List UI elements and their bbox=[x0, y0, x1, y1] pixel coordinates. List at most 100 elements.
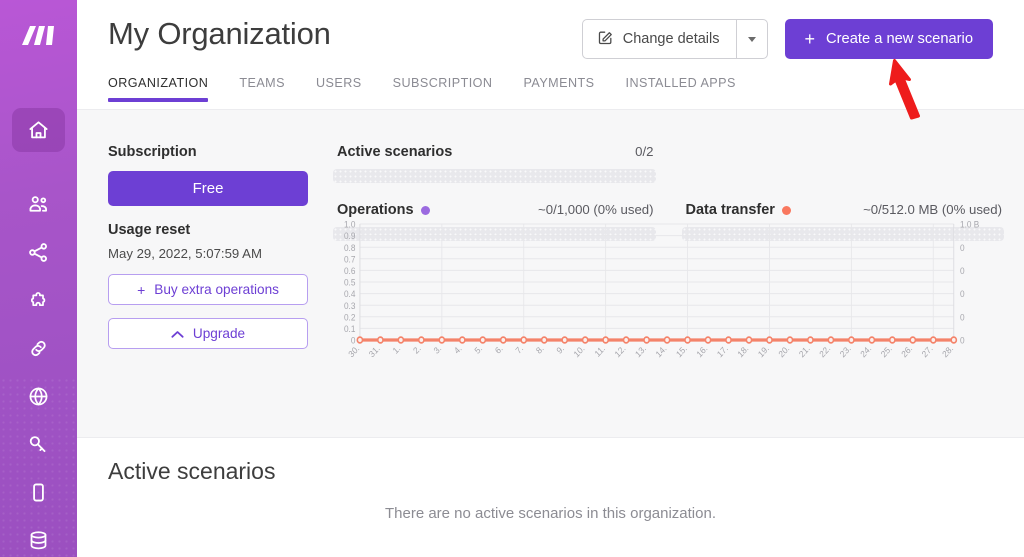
link-icon bbox=[31, 340, 46, 356]
subscription-column: Subscription Free Usage reset May 29, 20… bbox=[108, 144, 308, 349]
chart-data-point bbox=[704, 336, 712, 344]
meter-active-scenarios: Active scenarios 0/2 bbox=[333, 144, 656, 183]
chart-x-tick-label: 5. bbox=[473, 343, 485, 356]
home-icon bbox=[29, 120, 48, 138]
chart-x-tick-label: 4. bbox=[452, 343, 464, 356]
usage-chart-svg: 1.00.90.80.70.60.50.40.30.20.1 0 1.0 B 0 0 0 0… bbox=[344, 219, 979, 359]
data-transfer-value: ~0/512.0 MB (0% used) bbox=[863, 202, 1002, 217]
active-scenarios-label: Active scenarios bbox=[337, 144, 453, 160]
chart-x-tick-label: 30. bbox=[346, 343, 361, 359]
tab-teams[interactable]: TEAMS bbox=[239, 76, 285, 102]
chart-x-tick-label: 6. bbox=[493, 343, 505, 356]
chart-x-tick-label: 1. bbox=[391, 343, 403, 356]
chart-data-point bbox=[397, 336, 405, 344]
chart-data-point bbox=[417, 336, 425, 344]
active-scenarios-value: 0/2 bbox=[635, 144, 654, 159]
chart-data-point bbox=[520, 336, 528, 344]
sidebar-item-home[interactable] bbox=[0, 106, 77, 154]
sidebar-item-devices[interactable] bbox=[0, 468, 77, 516]
chart-data-point bbox=[356, 336, 364, 344]
sidebar-item-keys[interactable] bbox=[0, 420, 77, 468]
chart-x-tick-label: 24. bbox=[858, 343, 873, 359]
key-icon bbox=[29, 435, 46, 452]
usage-reset-value: May 29, 2022, 5:07:59 AM bbox=[108, 246, 262, 261]
chart-x-tick-label: 16. bbox=[695, 343, 710, 359]
chevron-up-icon bbox=[171, 327, 184, 341]
sidebar-item-team[interactable] bbox=[0, 180, 77, 228]
chart-right-tick-label: 0 bbox=[960, 312, 965, 323]
sidebar-item-data-stores[interactable] bbox=[0, 516, 77, 557]
make-logo[interactable] bbox=[18, 18, 60, 56]
active-scenarios-section: Active scenarios There are no active sce… bbox=[77, 438, 1024, 557]
page-header: My Organization Change details + Create … bbox=[77, 0, 1024, 110]
chart-right-tick-label: 0 bbox=[960, 266, 965, 277]
edit-square-icon bbox=[597, 29, 614, 50]
chart-data-point bbox=[888, 336, 896, 344]
chart-x-tick-label: 8. bbox=[534, 343, 546, 356]
chart-data-point bbox=[745, 336, 753, 344]
usage-reset-heading: Usage reset bbox=[108, 222, 191, 238]
chart-x-tick-label: 2. bbox=[411, 343, 423, 356]
chart-x-tick-label: 22. bbox=[817, 343, 832, 359]
chart-x-tick-label: 12. bbox=[613, 343, 628, 359]
data-transfer-series-dot bbox=[781, 205, 791, 215]
plus-icon: + bbox=[804, 29, 816, 49]
create-a-new-scenario-button[interactable]: + Create a new scenario bbox=[784, 19, 993, 59]
plus-icon: + bbox=[137, 281, 146, 298]
active-scenarios-title: Active scenarios bbox=[108, 458, 276, 484]
tab-organization[interactable]: ORGANIZATION bbox=[108, 76, 209, 102]
chart-x-tick-label: 11. bbox=[593, 343, 607, 359]
chart-x-tick-label: 31. bbox=[367, 343, 382, 359]
chart-left-tick-label: 0.8 bbox=[344, 242, 356, 253]
change-details-button[interactable]: Change details bbox=[581, 19, 736, 59]
change-details-dropdown-toggle[interactable] bbox=[735, 19, 768, 59]
device-icon bbox=[33, 483, 44, 501]
overview-panel: Subscription Free Usage reset May 29, 20… bbox=[77, 110, 1024, 438]
chart-data-point bbox=[909, 336, 917, 344]
sidebar-item-apps[interactable] bbox=[0, 276, 77, 324]
chart-left-tick-label: 0.7 bbox=[344, 254, 356, 265]
chart-x-tick-label: 25. bbox=[879, 343, 894, 359]
chart-data-point bbox=[458, 336, 466, 344]
chart-x-tick-label: 21. bbox=[797, 343, 812, 359]
sidebar-item-globe[interactable] bbox=[0, 372, 77, 420]
active-scenarios-progress-bar bbox=[333, 169, 656, 183]
chart-left-tick-label: 0.4 bbox=[344, 289, 356, 300]
buy-extra-operations-button[interactable]: + Buy extra operations bbox=[108, 274, 308, 305]
plan-badge: Free bbox=[108, 171, 308, 206]
chevron-down-icon bbox=[747, 36, 756, 42]
organization-page: My Organization Change details + Create … bbox=[0, 0, 1024, 557]
sidebar-nav bbox=[0, 106, 77, 557]
upgrade-label: Upgrade bbox=[192, 326, 246, 341]
upgrade-button[interactable]: Upgrade bbox=[108, 318, 308, 349]
chart-data-point bbox=[499, 336, 507, 344]
operations-label: Operations bbox=[337, 202, 414, 218]
chart-data-point bbox=[868, 336, 876, 344]
chart-x-tick-label: 20. bbox=[777, 343, 792, 359]
chart-data-point bbox=[725, 336, 732, 344]
chart-data-point bbox=[766, 336, 773, 344]
chart-x-tick-label: 18. bbox=[736, 343, 751, 359]
header-actions: Change details + Create a new scenario bbox=[581, 19, 993, 59]
chart-left-tick-label: 0.1 bbox=[344, 324, 356, 335]
chart-left-tick-label: 0.3 bbox=[344, 300, 356, 311]
change-details-button-group: Change details bbox=[581, 19, 768, 59]
sidebar-item-connections[interactable] bbox=[0, 228, 77, 276]
chart-data-point bbox=[827, 336, 835, 344]
usage-chart: 1.0 0.9 0.8 0.7 0.6 0.5 0.4 0.3 0.2 0.1 0 1.0 B 0 0 0 0… bbox=[333, 218, 1004, 368]
chart-x-tick-label: 19. bbox=[756, 343, 771, 359]
left-sidebar bbox=[0, 0, 77, 557]
tab-users[interactable]: USERS bbox=[316, 76, 362, 102]
team-icon bbox=[29, 195, 47, 212]
tab-payments[interactable]: PAYMENTS bbox=[523, 76, 594, 102]
chart-data-point bbox=[684, 336, 691, 344]
tab-installed-apps[interactable]: INSTALLED APPS bbox=[626, 76, 736, 102]
share-icon bbox=[29, 242, 47, 262]
chart-right-tick-label: 1.0 B bbox=[960, 219, 979, 230]
tab-subscription[interactable]: SUBSCRIPTION bbox=[393, 76, 493, 102]
chart-x-tick-label: 13. bbox=[633, 343, 648, 359]
chart-right-tick-label: 0 bbox=[960, 289, 965, 300]
chart-data-point bbox=[643, 336, 651, 344]
subscription-heading: Subscription bbox=[108, 144, 197, 160]
sidebar-item-webhooks[interactable] bbox=[0, 324, 77, 372]
